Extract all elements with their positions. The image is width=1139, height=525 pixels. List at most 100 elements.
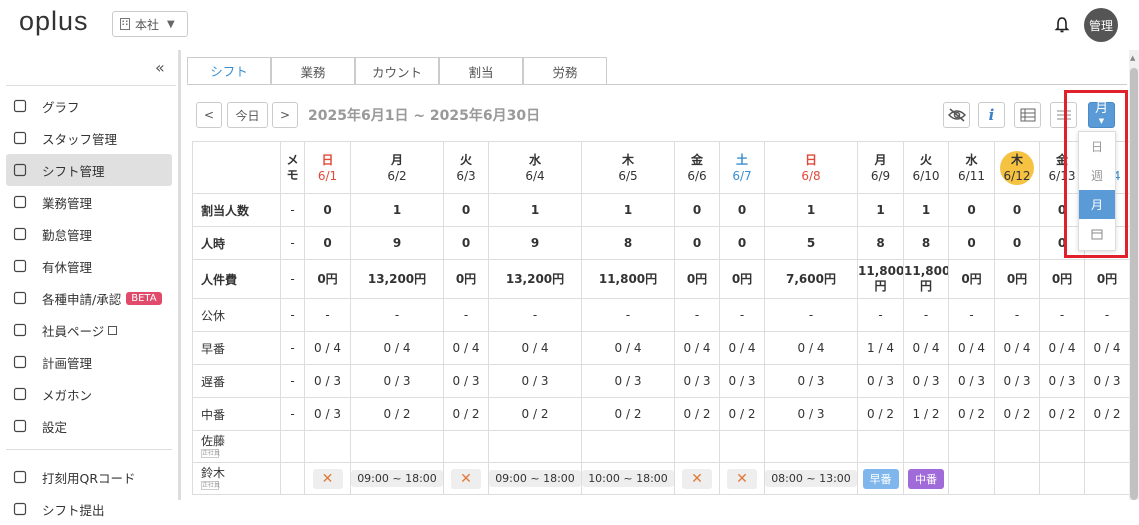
summary-cell[interactable]: 0 / 2 (581, 397, 675, 431)
summary-cell[interactable]: 1 (488, 193, 582, 227)
summary-cell[interactable]: 0 / 2 (443, 397, 489, 431)
info-button[interactable]: i (978, 102, 1005, 128)
scroll-up-icon[interactable]: ▲ (1130, 54, 1135, 62)
shift-cell[interactable]: 早番 (857, 462, 904, 495)
summary-cell[interactable]: 0 / 2 (719, 397, 765, 431)
shift-cell[interactable]: ✕ (443, 462, 489, 495)
tab-1[interactable]: 業務 (271, 57, 355, 84)
summary-cell[interactable]: 0 / 3 (857, 364, 904, 398)
sidebar-item-4[interactable]: 勤怠管理 (6, 218, 172, 250)
summary-cell[interactable]: 0 / 4 (719, 331, 765, 365)
staff-name-cell[interactable]: 鈴木 正社員 (192, 462, 281, 495)
summary-cell[interactable]: 0 / 3 (764, 397, 858, 431)
summary-cell[interactable]: 0 / 4 (1084, 331, 1130, 365)
sidebar-item-6[interactable]: 各種申請/承認 BETA (6, 282, 172, 314)
summary-cell[interactable]: 9 (350, 226, 444, 260)
summary-cell[interactable]: 0 / 3 (1084, 364, 1130, 398)
summary-cell[interactable]: 0 / 3 (1039, 364, 1085, 398)
summary-cell[interactable]: 5 (764, 226, 858, 260)
summary-cell[interactable]: - (948, 298, 995, 332)
shift-cell[interactable] (1039, 430, 1085, 463)
sidebar-item-8[interactable]: 計画管理 (6, 346, 172, 378)
summary-cell[interactable]: - (304, 298, 351, 332)
summary-cell[interactable]: 0 / 3 (903, 364, 949, 398)
shift-cell[interactable]: ✕ (719, 462, 765, 495)
shift-chip[interactable]: 10:00 ~ 18:00 (582, 470, 674, 487)
summary-cell[interactable]: 0円 (443, 259, 489, 299)
summary-cell[interactable]: - (1084, 298, 1130, 332)
summary-cell[interactable]: - (903, 298, 949, 332)
summary-cell[interactable]: 0 (719, 226, 765, 260)
summary-cell[interactable]: - (488, 298, 582, 332)
summary-cell[interactable]: - (443, 298, 489, 332)
summary-cell[interactable]: 1 (903, 193, 949, 227)
summary-cell[interactable]: 0円 (1039, 259, 1085, 299)
summary-cell[interactable]: - (857, 298, 904, 332)
sidebar-item-2[interactable]: シフト管理 (6, 154, 172, 186)
day-off-chip[interactable]: ✕ (727, 468, 757, 489)
sidebar-item2-0[interactable]: 打刻用QRコード (6, 461, 172, 493)
summary-cell[interactable]: 0 / 4 (764, 331, 858, 365)
summary-cell[interactable]: 0 / 2 (1084, 397, 1130, 431)
day-header[interactable]: 月 6/9 (857, 141, 904, 194)
sidebar-item-0[interactable]: グラフ (6, 90, 172, 122)
summary-cell[interactable]: 0 / 3 (674, 364, 720, 398)
summary-cell[interactable]: 0 (674, 226, 720, 260)
shift-cell[interactable] (948, 462, 995, 495)
sidebar-item-5[interactable]: 有休管理 (6, 250, 172, 282)
summary-cell[interactable]: 0 / 3 (488, 364, 582, 398)
shift-chip[interactable]: 中番 (908, 468, 944, 489)
summary-cell[interactable]: - (719, 298, 765, 332)
shift-cell[interactable] (674, 430, 720, 463)
summary-cell[interactable]: 0 / 2 (948, 397, 995, 431)
shift-cell[interactable]: 09:00 ~ 18:00 (488, 462, 582, 495)
summary-cell[interactable]: 0円 (304, 259, 351, 299)
summary-cell[interactable]: 7,600円 (764, 259, 858, 299)
summary-cell[interactable]: 11,800円 (903, 259, 949, 299)
shift-cell[interactable] (903, 430, 949, 463)
table-button[interactable] (1014, 102, 1041, 128)
day-header[interactable]: 日 6/1 (304, 141, 351, 194)
shift-cell[interactable] (443, 430, 489, 463)
shift-cell[interactable]: 中番 (903, 462, 949, 495)
summary-cell[interactable]: 0 / 4 (304, 331, 351, 365)
summary-cell[interactable]: 0 / 4 (994, 331, 1040, 365)
day-off-chip[interactable]: ✕ (451, 468, 481, 489)
summary-cell[interactable]: - (764, 298, 858, 332)
summary-cell[interactable]: 0円 (1084, 259, 1130, 299)
summary-cell[interactable]: 0 / 3 (764, 364, 858, 398)
staff-name-cell[interactable]: 佐藤 正社員 (192, 430, 281, 463)
summary-cell[interactable]: 0 / 3 (443, 364, 489, 398)
prev-button[interactable]: < (196, 102, 222, 128)
sidebar-item-7[interactable]: 社員ページ (6, 314, 172, 346)
shift-cell[interactable] (948, 430, 995, 463)
shift-cell[interactable]: ✕ (674, 462, 720, 495)
summary-cell[interactable]: 0円 (719, 259, 765, 299)
next-button[interactable]: > (272, 102, 298, 128)
today-button[interactable]: 今日 (227, 102, 268, 128)
summary-cell[interactable]: 0 / 3 (350, 364, 444, 398)
summary-cell[interactable]: 0 / 4 (488, 331, 582, 365)
summary-cell[interactable]: 0 / 4 (948, 331, 995, 365)
day-header[interactable]: 火 6/3 (443, 141, 489, 194)
shift-cell[interactable] (488, 430, 582, 463)
summary-cell[interactable]: 0 (994, 193, 1040, 227)
summary-cell[interactable]: 0 (719, 193, 765, 227)
day-header[interactable]: 水 6/11 (948, 141, 995, 194)
shift-cell[interactable] (1084, 462, 1130, 495)
hide-button[interactable] (943, 102, 970, 128)
summary-cell[interactable]: - (581, 298, 675, 332)
summary-cell[interactable]: 0 / 2 (674, 397, 720, 431)
summary-cell[interactable]: 0 (994, 226, 1040, 260)
summary-cell[interactable]: 0 / 2 (994, 397, 1040, 431)
summary-cell[interactable]: 0 / 2 (488, 397, 582, 431)
summary-cell[interactable]: 0円 (948, 259, 995, 299)
summary-cell[interactable]: 0 / 3 (304, 397, 351, 431)
summary-cell[interactable]: 0 (948, 226, 995, 260)
shift-chip[interactable]: 早番 (862, 468, 899, 489)
summary-cell[interactable]: 13,200円 (350, 259, 444, 299)
day-off-chip[interactable]: ✕ (312, 468, 343, 489)
sidebar-item-1[interactable]: スタッフ管理 (6, 122, 172, 154)
sidebar-item2-1[interactable]: シフト提出 (6, 493, 172, 525)
summary-cell[interactable]: 0 / 4 (903, 331, 949, 365)
